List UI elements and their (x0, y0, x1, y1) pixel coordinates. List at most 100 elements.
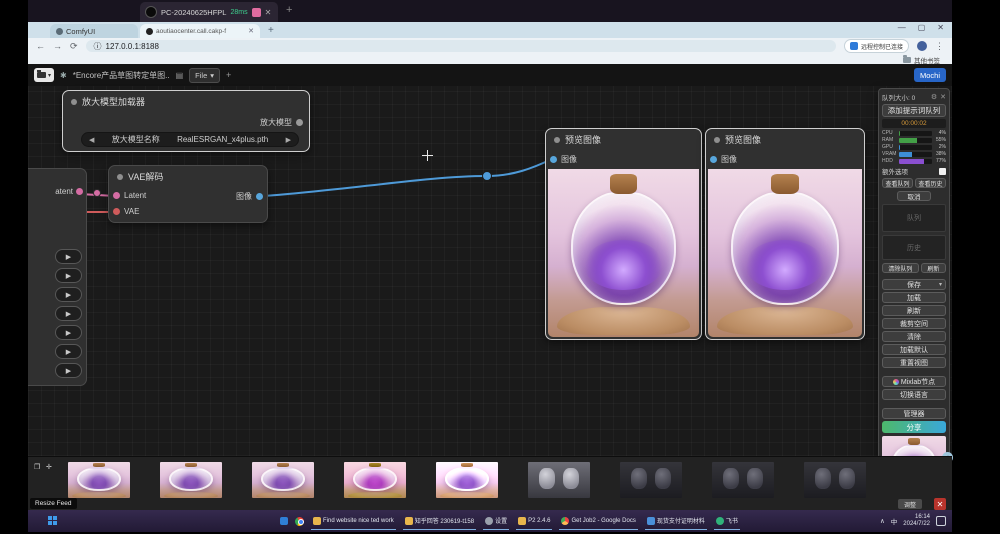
collapsed-widget[interactable]: ▶ (55, 363, 82, 378)
close-icon[interactable]: ✕ (940, 93, 946, 101)
slot-dot[interactable] (550, 156, 557, 163)
workflow-tab-title[interactable]: *Encore产品草图转定单图.. (73, 70, 170, 81)
new-session-button[interactable]: + (286, 4, 292, 16)
collapsed-widget[interactable]: ▶ (55, 268, 82, 283)
ime-indicator[interactable]: 中 (891, 516, 898, 526)
browser-menu-icon[interactable]: ⋮ (935, 41, 944, 52)
upscale-model-name-widget[interactable]: ◀ 放大模型名称 RealESRGAN_x4plus.pth ▶ (81, 132, 299, 147)
feed-doc-icon[interactable]: ❐ (34, 463, 40, 471)
collapsed-widget[interactable]: ▶ (55, 325, 82, 340)
record-icon[interactable] (252, 8, 261, 17)
slot-dot[interactable] (113, 192, 120, 199)
save-button[interactable]: 保存 ▾ (882, 279, 946, 290)
taskbar-app[interactable]: 设置 (483, 513, 509, 530)
start-button[interactable] (48, 516, 58, 526)
file-menu-button[interactable]: File ▾ (189, 68, 220, 83)
image-input-slot[interactable]: 图像 (550, 154, 577, 165)
slot-dot[interactable] (296, 119, 303, 126)
clear-button[interactable]: 清除 (882, 331, 946, 342)
mixlab-nodes-button[interactable]: Mixlab节点 (882, 376, 946, 387)
feed-thumbnail[interactable] (160, 462, 222, 498)
node-preview-image-1[interactable]: 预览图像 图像 (545, 128, 702, 340)
gear-icon[interactable]: ⚙ (931, 93, 937, 101)
node-upscale-model-loader[interactable]: 放大模型加载器 放大模型 ◀ 放大模型名称 RealESRGAN_x4plus.… (62, 90, 310, 152)
node-vae-decode[interactable]: VAE解码 Latent VAE 图像 (108, 165, 268, 223)
node-title[interactable]: 放大模型加载器 (63, 91, 309, 110)
offscreen-node[interactable]: atent ▶ ▶ ▶ ▶ ▶ ▶ ▶ (28, 168, 87, 386)
collapsed-widget[interactable]: ▶ (55, 249, 82, 264)
resize-feed-badge[interactable]: Resize Feed (30, 498, 77, 509)
collapsed-widget[interactable]: ▶ (55, 306, 82, 321)
load-default-button[interactable]: 加载默认 (882, 344, 946, 355)
feed-thumbnail[interactable] (436, 462, 498, 498)
maximize-button[interactable]: ▢ (918, 23, 926, 32)
taskbar-app[interactable]: 现货支付证明材料 (645, 513, 707, 530)
tab-other[interactable]: aoutiaocenter.call.cakp-f ✕ (140, 24, 260, 38)
prev-arrow-icon[interactable]: ◀ (89, 136, 94, 144)
notification-icon[interactable] (936, 516, 946, 526)
taskbar-app[interactable]: P2 2.4.6 (516, 513, 552, 530)
clipspace-button[interactable]: 裁剪空间 (882, 318, 946, 329)
node-preview-image-2[interactable]: 预览图像 图像 (705, 128, 865, 340)
extra-options-checkbox[interactable] (939, 168, 946, 175)
latent-input-slot[interactable]: Latent (113, 191, 146, 200)
chevron-down-icon[interactable]: ▾ (939, 281, 942, 288)
taskbar-clock[interactable]: 16:14 2024/7/22 (903, 514, 930, 528)
profile-avatar[interactable] (917, 41, 927, 51)
slot-dot[interactable] (710, 156, 717, 163)
add-workflow-button[interactable]: + (226, 70, 231, 80)
minimize-button[interactable]: — (898, 23, 906, 32)
feed-thumbnail[interactable] (344, 462, 406, 498)
node-title[interactable]: 预览图像 (546, 129, 701, 148)
tray-expand-icon[interactable]: ∧ (880, 517, 885, 525)
upscale-model-output-slot[interactable]: 放大模型 (260, 117, 303, 128)
feed-close-button[interactable]: ✕ (934, 498, 946, 510)
refresh-button-small[interactable]: 刷新 (921, 263, 946, 273)
feed-thumbnail[interactable] (804, 462, 866, 498)
view-queue-button[interactable]: 查看队列 (882, 178, 913, 188)
close-session-icon[interactable]: ✕ (265, 8, 272, 17)
image-output-slot[interactable]: 图像 (236, 191, 263, 202)
preview-image-1[interactable] (548, 169, 699, 337)
collapsed-widget[interactable]: ▶ (55, 344, 82, 359)
feed-thumbnail[interactable] (620, 462, 682, 498)
feed-thumbnail[interactable] (252, 462, 314, 498)
site-info-icon[interactable]: ⓘ (94, 41, 102, 52)
feed-thumbnail[interactable] (528, 462, 590, 498)
tab-comfyui[interactable]: ComfyUI (50, 24, 138, 38)
taskbar-app[interactable]: Get Job2 - Google Docs (559, 513, 637, 530)
node-title[interactable]: VAE解码 (109, 166, 267, 185)
close-tab-icon[interactable]: ✕ (248, 27, 254, 35)
preview-image-2[interactable] (708, 169, 862, 337)
chrome-icon[interactable] (295, 517, 304, 526)
remote-session-tab[interactable]: PC-20240625HFPL 28ms ✕ (140, 2, 278, 22)
forward-icon[interactable]: → (53, 41, 62, 51)
workflow-folder-button[interactable]: ▾ (34, 68, 54, 82)
url-bar[interactable]: ⓘ 127.0.0.1:8188 (86, 40, 836, 52)
slot-dot[interactable] (113, 208, 120, 215)
queue-prompt-button[interactable]: 添加提示词队列 (882, 104, 946, 117)
remote-extension-pill[interactable]: 远程控制已连接 (844, 39, 909, 53)
close-window-button[interactable]: ✕ (937, 23, 944, 32)
latent-output-slot[interactable]: atent (55, 187, 83, 196)
slot-dot[interactable] (256, 193, 263, 200)
share-button[interactable]: 分享 (882, 421, 946, 433)
clear-queue-button[interactable]: 清除队列 (882, 263, 919, 273)
back-icon[interactable]: ← (36, 41, 45, 51)
feed-thumbnail[interactable] (68, 462, 130, 498)
feed-adjust-button[interactable]: 调整 (898, 499, 922, 509)
pinned-app-icon[interactable] (280, 517, 288, 525)
cancel-button[interactable]: 取消 (897, 191, 931, 201)
view-history-button[interactable]: 查看历史 (915, 178, 946, 188)
save-workflow-icon[interactable]: ▤ (176, 71, 184, 80)
mochi-button[interactable]: Mochi (914, 68, 946, 82)
feed-thumbnail[interactable] (712, 462, 774, 498)
collapsed-widget[interactable]: ▶ (55, 287, 82, 302)
manager-button[interactable]: 管理器 (882, 408, 946, 419)
reload-icon[interactable]: ⟳ (70, 41, 78, 52)
vae-input-slot[interactable]: VAE (113, 207, 139, 216)
next-arrow-icon[interactable]: ▶ (286, 136, 291, 144)
new-tab-button[interactable]: + (268, 25, 274, 36)
latent-output-dot[interactable] (76, 188, 83, 195)
image-input-slot[interactable]: 图像 (710, 154, 737, 165)
